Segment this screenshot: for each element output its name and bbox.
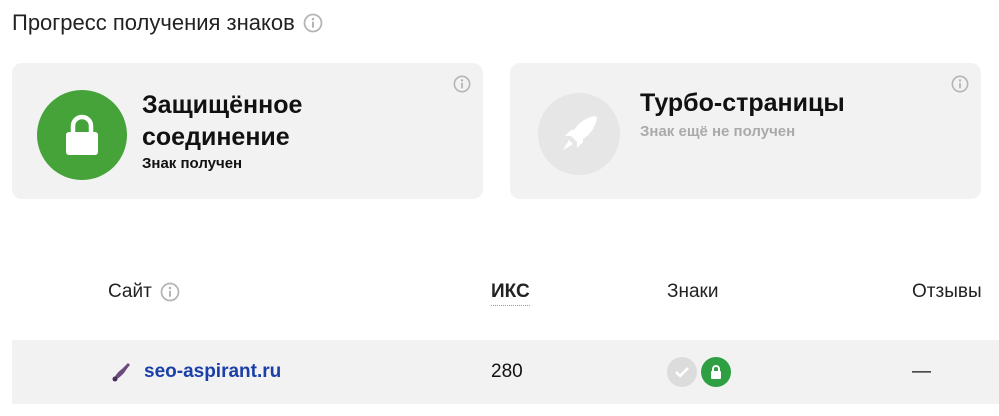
rocket-icon	[563, 116, 597, 150]
card-title: Турбо-страницы	[640, 89, 845, 117]
card-title: Защищённое соединение	[142, 91, 303, 151]
info-icon[interactable]	[453, 75, 471, 93]
iks-value: 280	[491, 361, 523, 382]
badge-card-secure-connection: Защищённое соединение Знак получен	[12, 63, 483, 199]
signs-cell	[667, 340, 731, 404]
lock-badge	[37, 90, 127, 180]
info-icon[interactable]	[160, 282, 180, 302]
rocket-badge	[538, 93, 620, 175]
card-status: Знак ещё не получен	[640, 123, 796, 140]
reviews-value: —	[912, 361, 931, 382]
page-title: Прогресс получения знаков	[12, 10, 295, 35]
site-link[interactable]: seo-aspirant.ru	[144, 361, 281, 383]
column-header-site: Сайт	[108, 279, 180, 305]
site-favicon-icon	[112, 363, 130, 382]
column-header-label: Сайт	[108, 281, 152, 302]
check-icon[interactable]	[667, 357, 697, 387]
column-header-signs: Знаки	[667, 281, 719, 302]
lock-icon	[66, 114, 98, 155]
info-icon[interactable]	[303, 13, 323, 33]
badge-card-turbo-pages: Турбо-страницы Знак ещё не получен	[510, 63, 981, 199]
card-status: Знак получен	[142, 155, 243, 172]
site-cell: seo-aspirant.ru	[108, 340, 281, 404]
column-header-iks[interactable]: ИКС	[491, 279, 530, 306]
info-icon[interactable]	[951, 75, 969, 93]
section-heading: Прогресс получения знаков	[12, 10, 323, 36]
table-row: seo-aspirant.ru 280 —	[12, 340, 999, 404]
column-header-reviews: Отзывы	[912, 281, 982, 302]
lock-icon[interactable]	[701, 357, 731, 387]
